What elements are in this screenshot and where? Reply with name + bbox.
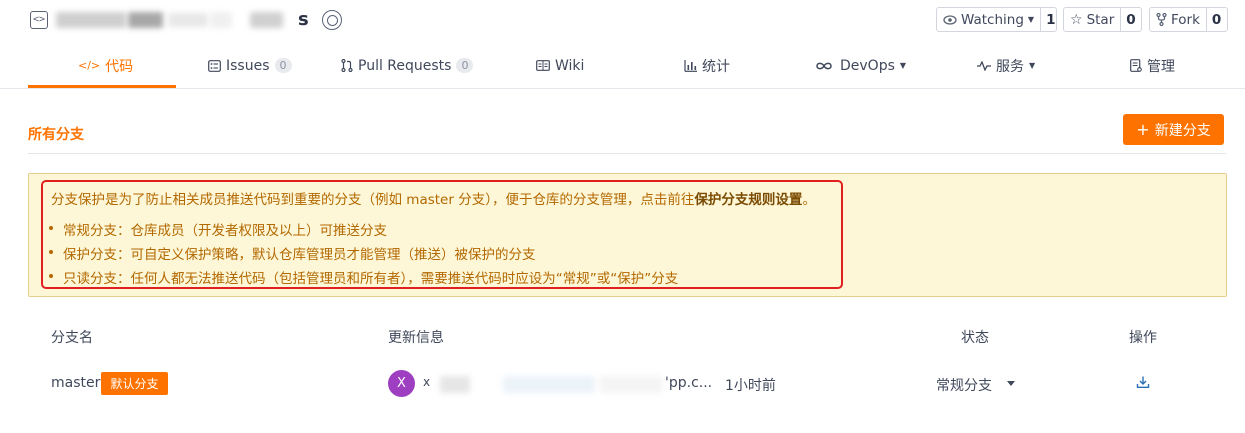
repo-header: <> s Watching ▼ 1 ☆ Star 0 Fork 0 — [0, 0, 1245, 42]
branch-name-link[interactable]: master — [51, 375, 100, 391]
issues-count-badge: 0 — [274, 58, 292, 73]
commit-time: 1小时前 — [725, 378, 776, 394]
tab-manage[interactable]: 管理 — [1130, 42, 1175, 89]
page-title: 所有分支 — [28, 127, 84, 143]
tab-pull-requests-label: Pull Requests — [358, 57, 452, 74]
new-branch-button[interactable]: + 新建分支 — [1123, 114, 1224, 145]
tab-code[interactable]: </> 代码 — [78, 42, 133, 89]
redacted-repo-name — [168, 13, 208, 27]
default-branch-badge: 默认分支 — [101, 372, 168, 395]
tab-pull-requests[interactable]: Pull Requests 0 — [341, 42, 474, 89]
watch-button[interactable]: Watching ▼ — [937, 8, 1040, 31]
watch-button-group[interactable]: Watching ▼ 1 — [936, 7, 1057, 32]
divider — [28, 153, 1226, 154]
tab-wiki-label: Wiki — [555, 57, 585, 74]
repo-nav-tabs: </> 代码 Issues 0 Pull Requests 0 Wiki 统计 … — [0, 42, 1245, 89]
star-icon: ☆ — [1070, 11, 1083, 28]
tab-manage-label: 管理 — [1147, 58, 1175, 75]
repo-name-suffix[interactable]: s — [298, 9, 309, 30]
fork-button[interactable]: Fork — [1150, 8, 1206, 31]
repo-badge-icon[interactable] — [322, 10, 342, 30]
tab-code-label: 代码 — [105, 58, 134, 75]
tab-services[interactable]: 服务 ▼ — [977, 42, 1035, 89]
new-branch-label: 新建分支 — [1154, 122, 1211, 139]
redacted-commit-message — [440, 376, 470, 393]
star-count[interactable]: 0 — [1120, 8, 1140, 31]
redacted-repo-owner — [128, 12, 163, 28]
active-tab-indicator — [28, 85, 176, 88]
column-header-branch: 分支名 — [51, 330, 93, 346]
fork-icon — [1156, 13, 1167, 26]
star-button-group[interactable]: ☆ Star 0 — [1063, 7, 1142, 32]
eye-icon — [943, 14, 957, 25]
pull-request-icon — [341, 59, 353, 72]
download-icon[interactable] — [1136, 375, 1150, 389]
avatar[interactable]: X — [388, 370, 415, 397]
fork-count[interactable]: 0 — [1205, 8, 1226, 31]
tab-wiki[interactable]: Wiki — [536, 42, 584, 89]
plus-icon: + — [1136, 119, 1150, 139]
wiki-icon — [536, 60, 550, 71]
chevron-down-icon: ▼ — [899, 61, 907, 70]
tab-services-label: 服务 — [996, 58, 1024, 75]
tab-stats-label: 统计 — [702, 58, 730, 75]
watch-label: Watching — [961, 11, 1024, 28]
redacted-repo-name — [210, 12, 232, 28]
code-bracket-icon: <> — [30, 11, 48, 29]
issues-icon — [208, 59, 221, 72]
chevron-down-icon[interactable] — [1007, 381, 1015, 386]
stats-icon — [684, 59, 697, 72]
column-header-status: 状态 — [961, 330, 989, 346]
fork-button-group[interactable]: Fork 0 — [1149, 7, 1228, 32]
chevron-down-icon: ▼ — [1029, 61, 1036, 70]
tab-devops-label: DevOps — [840, 57, 895, 74]
tab-stats[interactable]: 统计 — [684, 42, 730, 89]
notice-highlight-box — [41, 180, 843, 289]
service-icon — [977, 60, 991, 71]
code-icon: </> — [78, 59, 101, 72]
tab-issues-label: Issues — [226, 57, 270, 74]
tab-devops[interactable]: DevOps ▼ — [815, 42, 906, 89]
star-button[interactable]: ☆ Star — [1064, 8, 1120, 31]
tab-issues[interactable]: Issues 0 — [208, 42, 292, 89]
column-header-update: 更新信息 — [388, 330, 444, 346]
redacted-commit-message — [503, 376, 595, 393]
column-header-actions: 操作 — [1129, 330, 1157, 346]
pull-requests-count-badge: 0 — [456, 58, 474, 73]
commit-message-tail[interactable]: 'pp.c... — [665, 375, 712, 391]
branch-status-select[interactable]: 常规分支 — [936, 375, 992, 395]
watch-count[interactable]: 1 — [1040, 8, 1060, 31]
chevron-down-icon: ▼ — [1027, 15, 1035, 24]
redacted-commit-message — [600, 376, 662, 393]
star-label: Star — [1086, 11, 1115, 28]
fork-label: Fork — [1171, 11, 1200, 28]
manage-icon — [1130, 59, 1142, 72]
redacted-repo-name — [250, 12, 283, 28]
redacted-repo-owner — [56, 12, 126, 28]
commit-author: x — [423, 375, 431, 389]
devops-icon — [816, 62, 832, 69]
